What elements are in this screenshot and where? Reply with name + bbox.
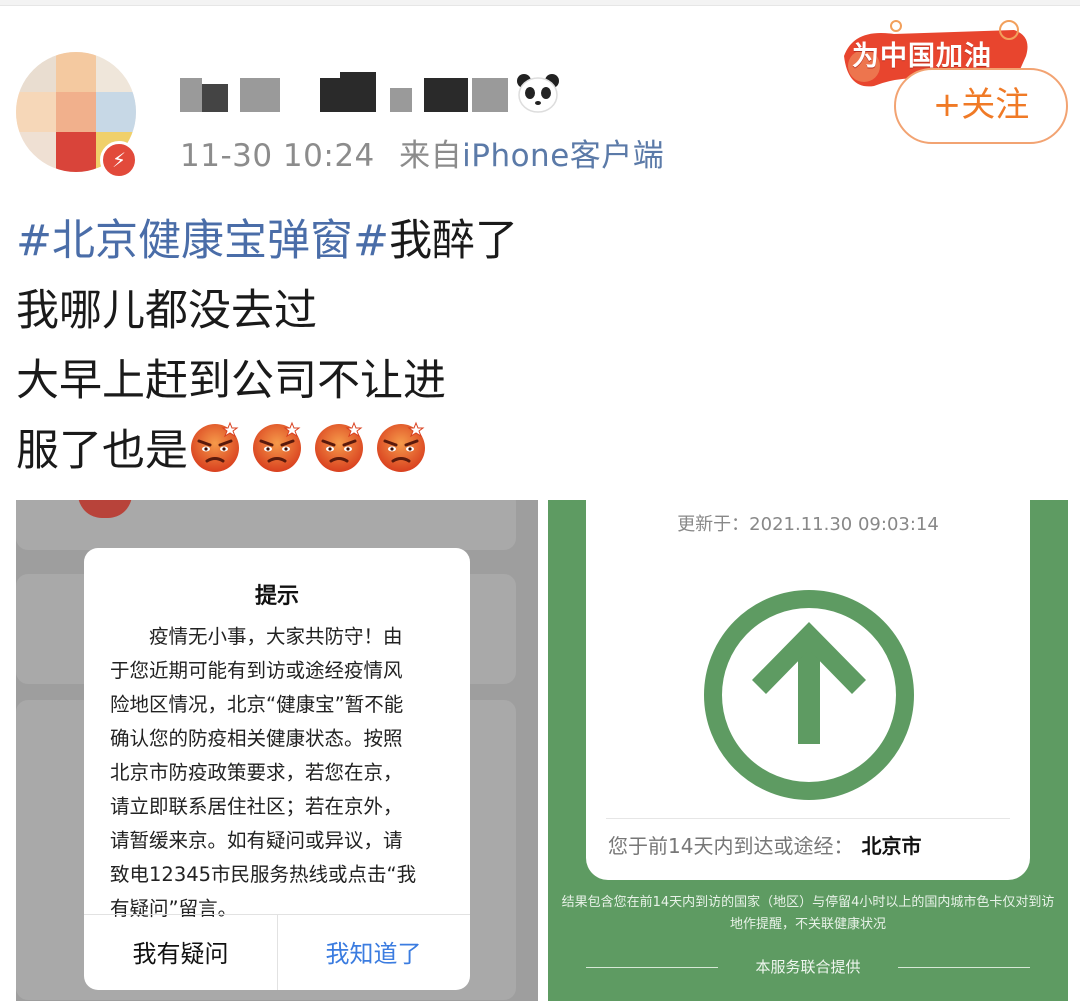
- got-it-button[interactable]: 我知道了: [277, 934, 470, 969]
- dialog-line: 有疑问”留言。: [110, 897, 238, 920]
- dialog-line: 于您近期可能有到访或途经疫情风: [110, 659, 403, 682]
- hashtag-link[interactable]: #北京健康宝弹窗#: [16, 216, 389, 266]
- source-prefix: 来自: [399, 138, 463, 174]
- post-line-4: 服了也是: [16, 426, 188, 476]
- angry-face-icon: [377, 421, 425, 472]
- card-divider: [606, 818, 1010, 819]
- alert-dialog: 提示 疫情无小事，大家共防守！由 于您近期可能有到访或途经疫情风 险地区情况，北…: [84, 548, 470, 990]
- update-time: 更新于：2021.11.30 09:03:14: [677, 514, 939, 535]
- angry-face-icon: [315, 421, 363, 472]
- follow-button[interactable]: +关注: [894, 68, 1068, 144]
- post-text: #北京健康宝弹窗#我醉了 我哪儿都没去过 大早上赶到公司不让进 服了也是: [16, 206, 518, 486]
- panda-icon: [517, 74, 559, 113]
- angry-face-icon: [253, 421, 301, 472]
- verified-badge-icon: ⚡: [100, 141, 138, 179]
- dialog-line: 请立即联系居住社区；若在京外，: [110, 795, 403, 818]
- visited-label: 您于前14天内到达或途经：: [608, 834, 854, 858]
- dialog-body: 疫情无小事，大家共防守！由 于您近期可能有到访或途经疫情风 险地区情况，北京“健…: [110, 620, 446, 926]
- dialog-line: 疫情无小事，大家共防守！由: [110, 625, 403, 648]
- dialog-line: 致电12345市民服务热线或点击“我: [110, 863, 417, 886]
- post-line-3: 大早上赶到公司不让进: [16, 356, 446, 406]
- angry-face-icon: [191, 421, 239, 472]
- source-client[interactable]: iPhone客户端: [462, 138, 664, 174]
- top-divider: [0, 0, 1080, 6]
- have-question-button[interactable]: 我有疑问: [84, 934, 277, 969]
- post-line-1: 我醉了: [389, 216, 519, 266]
- dialog-line: 请暂缓来京。如有疑问或异议，请: [110, 829, 403, 852]
- fine-print: 结果包含您在前14天内到访的国家（地区）与停留4小时以上的国内城市色卡仅对到访地…: [561, 895, 1055, 932]
- emoji-row: [188, 421, 436, 476]
- post-line-2: 我哪儿都没去过: [16, 286, 317, 336]
- provider-line-right: [898, 967, 1030, 968]
- visited-city: 北京市: [861, 834, 922, 858]
- post-datetime: 11-30 10:24: [180, 138, 375, 174]
- green-up-arrow-icon: [704, 590, 914, 800]
- username-obscured[interactable]: [180, 68, 510, 118]
- post-meta: 11-30 10:24 来自iPhone客户端: [180, 130, 664, 175]
- dialog-line: 确认您的防疫相关健康状态。按照: [110, 727, 403, 750]
- dialog-title: 提示: [254, 584, 299, 609]
- dialog-line: 险地区情况，北京“健康宝”暂不能: [110, 693, 404, 716]
- visited-info: 您于前14天内到达或途经： 北京市: [608, 830, 921, 859]
- dialog-line: 北京市防疫政策要求，若您在京，: [110, 761, 403, 784]
